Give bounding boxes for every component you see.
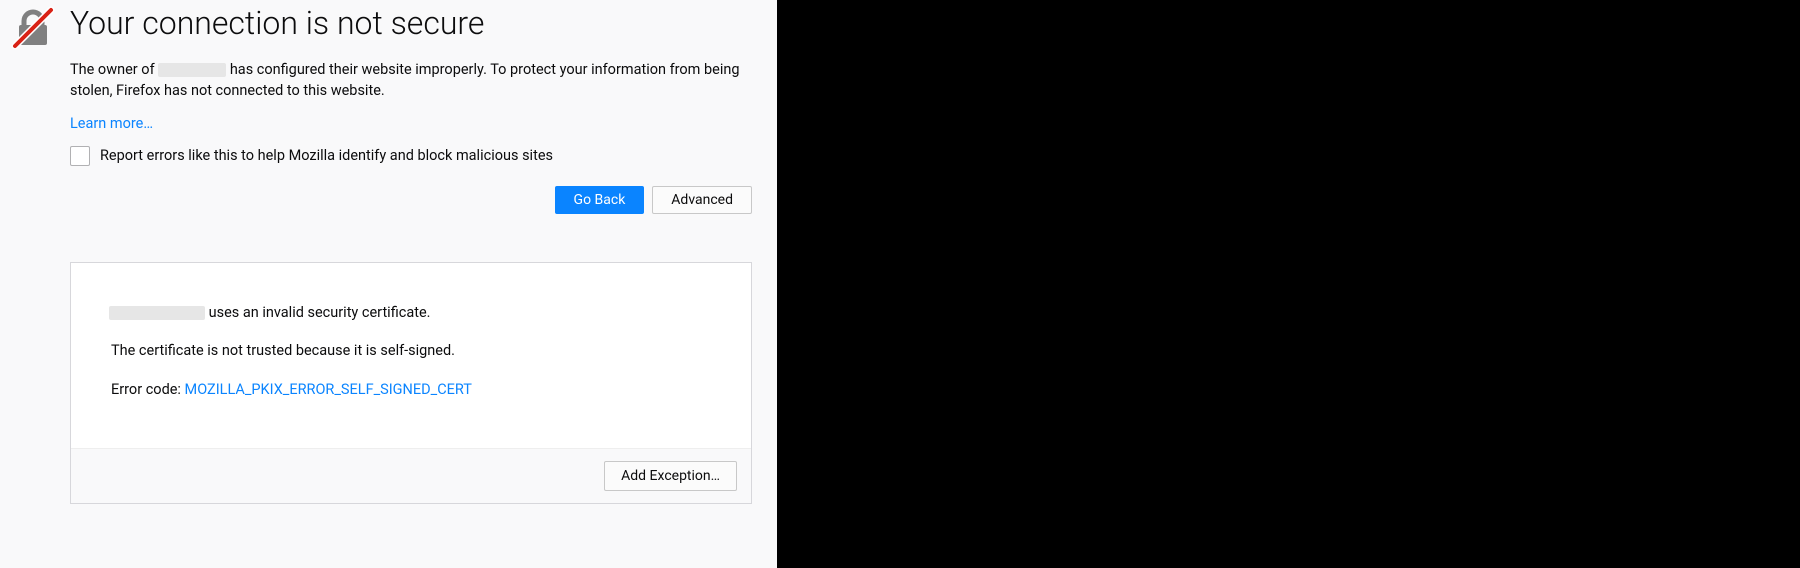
- error-code-link[interactable]: MOZILLA_PKIX_ERROR_SELF_SIGNED_CERT: [185, 381, 472, 398]
- cert-hostname-line: uses an invalid security certificate.: [111, 303, 711, 323]
- desc-prefix: The owner of: [70, 61, 158, 78]
- report-errors-checkbox[interactable]: [70, 146, 90, 166]
- warning-description: The owner of has configured their websit…: [70, 60, 752, 101]
- learn-more-link[interactable]: Learn more…: [70, 115, 153, 132]
- report-errors-label: Report errors like this to help Mozilla …: [100, 147, 553, 164]
- cert-invalid-text: uses an invalid security certificate.: [205, 304, 430, 321]
- insecure-lock-icon: [10, 5, 56, 51]
- cert-reason-text: The certificate is not trusted because i…: [111, 341, 711, 361]
- error-page: Your connection is not secure The owner …: [0, 0, 777, 568]
- error-code-line: Error code: MOZILLA_PKIX_ERROR_SELF_SIGN…: [111, 380, 711, 400]
- error-code-label: Error code:: [111, 381, 185, 398]
- redacted-hostname: [158, 63, 226, 77]
- page-title: Your connection is not secure: [70, 4, 752, 42]
- redacted-hostname: [109, 306, 205, 320]
- add-exception-button[interactable]: Add Exception…: [604, 461, 737, 491]
- black-region: [777, 0, 1800, 568]
- advanced-button[interactable]: Advanced: [652, 186, 752, 214]
- go-back-button[interactable]: Go Back: [555, 186, 645, 214]
- advanced-details-panel: uses an invalid security certificate. Th…: [70, 262, 752, 504]
